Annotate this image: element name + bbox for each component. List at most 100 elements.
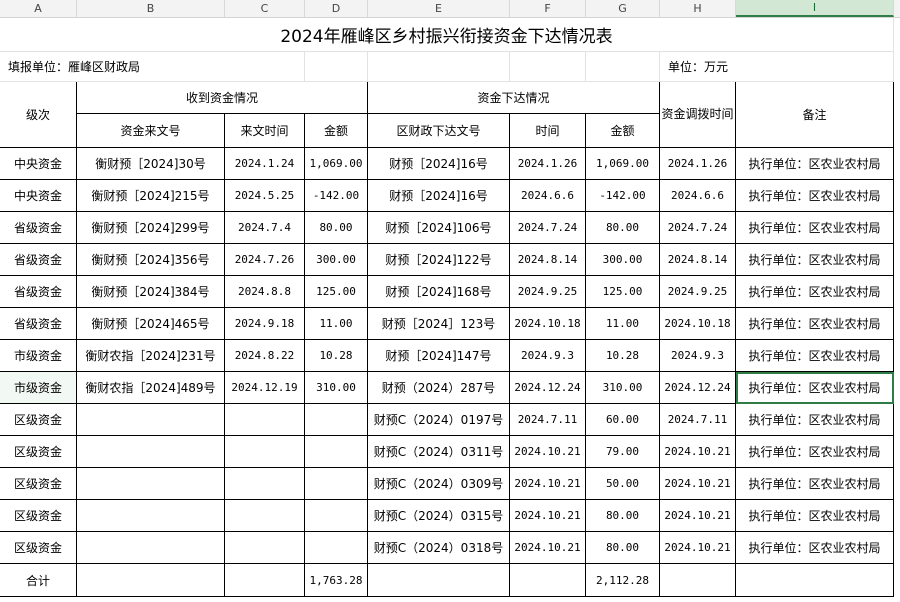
table-cell-alloc-doc[interactable]: 财预C（2024）0318号 xyxy=(368,532,510,564)
table-cell-alloc-amt[interactable]: 60.00 xyxy=(586,404,660,436)
header-source-doc[interactable]: 资金来文号 xyxy=(77,114,225,148)
table-cell-remark[interactable]: 执行单位：区农业农村局 xyxy=(736,532,894,564)
table-cell-alloc-date[interactable]: 2024.9.25 xyxy=(510,276,586,308)
table-cell-src-date[interactable]: 2024.7.26 xyxy=(225,244,305,276)
table-cell-alloc-amt[interactable]: 80.00 xyxy=(586,500,660,532)
table-cell-level[interactable]: 市级资金 xyxy=(0,372,77,404)
table-cell-level[interactable]: 区级资金 xyxy=(0,436,77,468)
table-cell-alloc-date[interactable]: 2024.1.26 xyxy=(510,148,586,180)
table-cell-transfer[interactable]: 2024.10.18 xyxy=(660,308,736,340)
table-cell-alloc-amt[interactable]: 1,069.00 xyxy=(586,148,660,180)
table-cell-src-date[interactable] xyxy=(225,500,305,532)
header-transfer-time[interactable]: 资金调拨时间 xyxy=(660,82,736,148)
table-cell-level[interactable]: 省级资金 xyxy=(0,244,77,276)
table-cell-alloc-doc[interactable]: 财预（2024）287号 xyxy=(368,372,510,404)
table-cell-transfer[interactable]: 2024.12.24 xyxy=(660,372,736,404)
header-level[interactable]: 级次 xyxy=(0,82,77,148)
empty-cell[interactable] xyxy=(510,564,586,597)
table-cell-alloc-date[interactable]: 2024.7.24 xyxy=(510,212,586,244)
filler-unit-cell[interactable]: 填报单位：雁峰区财政局 xyxy=(0,52,305,82)
table-cell-remark[interactable]: 执行单位：区农业农村局 xyxy=(736,436,894,468)
sheet-title-cell[interactable]: 2024年雁峰区乡村振兴衔接资金下达情况表 xyxy=(0,17,894,52)
table-cell-transfer[interactable]: 2024.7.11 xyxy=(660,404,736,436)
table-cell-src-date[interactable]: 2024.8.22 xyxy=(225,340,305,372)
table-cell-src-date[interactable] xyxy=(225,532,305,564)
table-cell-transfer[interactable]: 2024.1.26 xyxy=(660,148,736,180)
table-cell-remark[interactable]: 执行单位：区农业农村局 xyxy=(736,340,894,372)
table-cell-level[interactable]: 中央资金 xyxy=(0,180,77,212)
header-remark[interactable]: 备注 xyxy=(736,82,894,148)
table-cell-src-doc[interactable] xyxy=(77,500,225,532)
table-cell-level[interactable]: 中央资金 xyxy=(0,148,77,180)
table-cell-transfer[interactable]: 2024.9.3 xyxy=(660,340,736,372)
table-cell-src-date[interactable] xyxy=(225,468,305,500)
empty-cell[interactable] xyxy=(368,564,510,597)
table-cell-remark[interactable]: 执行单位：区农业农村局 xyxy=(736,148,894,180)
table-cell-src-amt[interactable] xyxy=(305,500,368,532)
table-cell-src-amt[interactable] xyxy=(305,436,368,468)
header-source-amount[interactable]: 金额 xyxy=(305,114,368,148)
column-header-c[interactable]: C xyxy=(225,0,305,17)
table-cell-level[interactable]: 市级资金 xyxy=(0,340,77,372)
table-cell-alloc-amt[interactable]: 80.00 xyxy=(586,212,660,244)
table-cell-src-date[interactable]: 2024.5.25 xyxy=(225,180,305,212)
table-cell-src-doc[interactable]: 衡财预［2024]30号 xyxy=(77,148,225,180)
table-cell-alloc-doc[interactable]: 财预C（2024）0309号 xyxy=(368,468,510,500)
table-cell-src-date[interactable] xyxy=(225,404,305,436)
table-cell-src-doc[interactable] xyxy=(77,532,225,564)
table-cell-src-date[interactable]: 2024.7.4 xyxy=(225,212,305,244)
table-cell-remark[interactable]: 执行单位：区农业农村局 xyxy=(736,308,894,340)
table-cell-transfer[interactable]: 2024.8.14 xyxy=(660,244,736,276)
total-source-amount[interactable]: 1,763.28 xyxy=(305,564,368,597)
table-cell-transfer[interactable]: 2024.10.21 xyxy=(660,532,736,564)
empty-cell[interactable] xyxy=(660,564,736,597)
header-received-group[interactable]: 收到资金情况 xyxy=(77,82,368,114)
table-cell-level[interactable]: 省级资金 xyxy=(0,212,77,244)
table-cell-level[interactable]: 省级资金 xyxy=(0,276,77,308)
table-cell-src-amt[interactable]: 310.00 xyxy=(305,372,368,404)
table-cell-src-doc[interactable]: 衡财农指［2024]489号 xyxy=(77,372,225,404)
table-cell-remark[interactable]: 执行单位：区农业农村局 xyxy=(736,180,894,212)
table-cell-src-amt[interactable]: 10.28 xyxy=(305,340,368,372)
header-allocated-group[interactable]: 资金下达情况 xyxy=(368,82,660,114)
table-cell-alloc-doc[interactable]: 财预C（2024）0197号 xyxy=(368,404,510,436)
table-cell-alloc-amt[interactable]: 80.00 xyxy=(586,532,660,564)
table-cell-src-doc[interactable]: 衡财预［2024]215号 xyxy=(77,180,225,212)
table-cell-alloc-amt[interactable]: 10.28 xyxy=(586,340,660,372)
header-alloc-date[interactable]: 时间 xyxy=(510,114,586,148)
table-cell-remark[interactable]: 执行单位：区农业农村局 xyxy=(736,404,894,436)
header-alloc-doc[interactable]: 区财政下达文号 xyxy=(368,114,510,148)
table-cell-alloc-date[interactable]: 2024.9.3 xyxy=(510,340,586,372)
table-cell-transfer[interactable]: 2024.9.25 xyxy=(660,276,736,308)
table-cell-src-date[interactable]: 2024.1.24 xyxy=(225,148,305,180)
table-cell-src-amt[interactable] xyxy=(305,468,368,500)
table-cell-alloc-amt[interactable]: 300.00 xyxy=(586,244,660,276)
table-cell-alloc-amt[interactable]: 125.00 xyxy=(586,276,660,308)
table-cell-level[interactable]: 区级资金 xyxy=(0,404,77,436)
empty-cell[interactable] xyxy=(225,564,305,597)
table-cell-src-doc[interactable]: 衡财预［2024]299号 xyxy=(77,212,225,244)
table-cell-transfer[interactable]: 2024.10.21 xyxy=(660,468,736,500)
table-cell-src-amt[interactable]: 1,069.00 xyxy=(305,148,368,180)
table-cell-alloc-amt[interactable]: 79.00 xyxy=(586,436,660,468)
table-cell-alloc-doc[interactable]: 财预［2024]106号 xyxy=(368,212,510,244)
empty-cell[interactable] xyxy=(77,564,225,597)
table-cell-transfer[interactable]: 2024.7.24 xyxy=(660,212,736,244)
empty-cell[interactable] xyxy=(586,52,660,82)
header-alloc-amount[interactable]: 金额 xyxy=(586,114,660,148)
table-cell-level[interactable]: 省级资金 xyxy=(0,308,77,340)
column-header-h[interactable]: H xyxy=(660,0,736,17)
empty-cell[interactable] xyxy=(368,52,510,82)
table-cell-level[interactable]: 区级资金 xyxy=(0,532,77,564)
table-cell-src-doc[interactable] xyxy=(77,404,225,436)
table-cell-alloc-amt[interactable]: 50.00 xyxy=(586,468,660,500)
table-cell-transfer[interactable]: 2024.6.6 xyxy=(660,180,736,212)
table-cell-src-date[interactable]: 2024.8.8 xyxy=(225,276,305,308)
table-cell-alloc-doc[interactable]: 财预C（2024）0315号 xyxy=(368,500,510,532)
table-cell-alloc-date[interactable]: 2024.10.21 xyxy=(510,468,586,500)
table-cell-src-doc[interactable]: 衡财预［2024]356号 xyxy=(77,244,225,276)
table-cell-alloc-date[interactable]: 2024.10.21 xyxy=(510,436,586,468)
table-cell-alloc-date[interactable]: 2024.12.24 xyxy=(510,372,586,404)
table-cell-src-amt[interactable] xyxy=(305,404,368,436)
table-cell-remark[interactable]: 执行单位：区农业农村局 xyxy=(736,500,894,532)
